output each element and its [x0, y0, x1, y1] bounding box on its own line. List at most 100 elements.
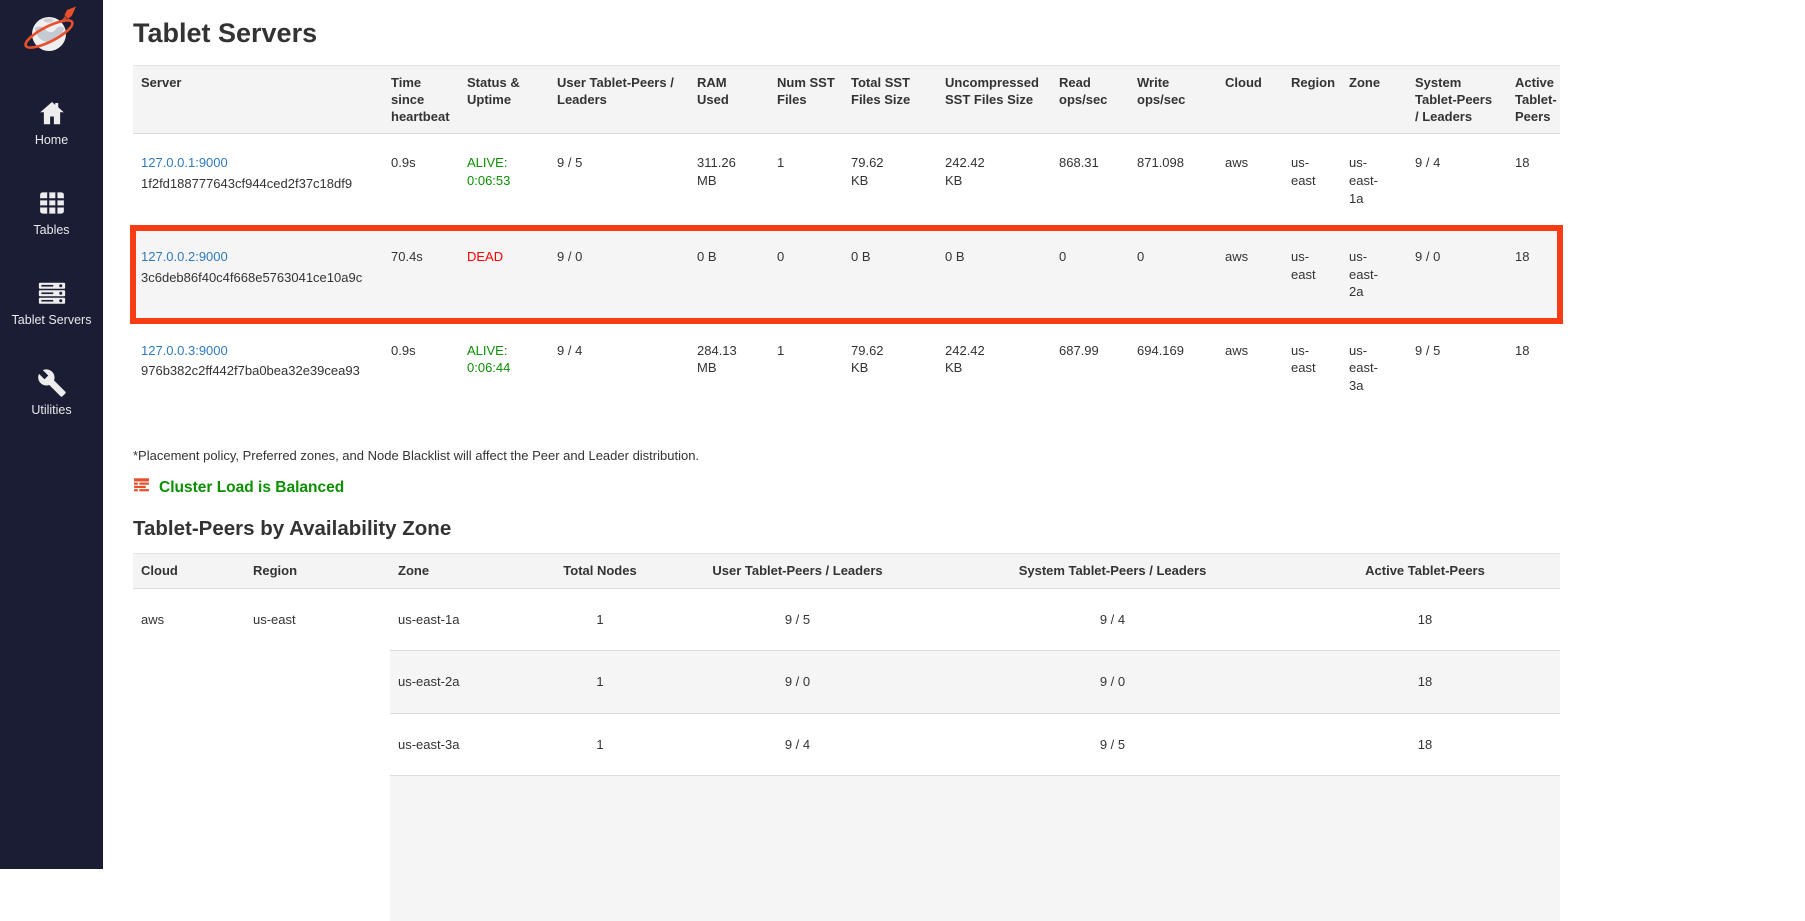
az-row: aws us-east us-east-1a 1 9 / 5 9 / 4 18 [133, 588, 1560, 651]
cell-heartbeat: 0.9s [383, 321, 459, 414]
cell-active-peers: 18 [1507, 228, 1560, 322]
az-header-row: Cloud Region Zone Total Nodes User Table… [133, 554, 1560, 588]
cell-status: ALIVE: 0:06:53 [459, 134, 549, 228]
cell-sst-size: 79.62 KB [843, 321, 937, 414]
cell-zone: us-east-1a [1341, 134, 1407, 228]
az-cell-system-peers: 9 / 0 [935, 651, 1290, 714]
az-column-system-peers: System Tablet-Peers / Leaders [935, 554, 1290, 588]
cell-region: us-east [1283, 228, 1341, 322]
az-cell-active-peers: 18 [1290, 651, 1560, 714]
cluster-load-text: Cluster Load is Balanced [159, 479, 344, 497]
tablet-servers-table: Server Time since heartbeat Status & Upt… [133, 65, 1560, 414]
cell-region: us-east [1283, 321, 1341, 414]
status-label: ALIVE: [467, 154, 541, 172]
az-column-user-peers: User Tablet-Peers / Leaders [660, 554, 935, 588]
cell-write-ops: 694.169 [1129, 321, 1217, 414]
column-header-cloud: Cloud [1217, 66, 1283, 134]
cell-read-ops: 868.31 [1051, 134, 1129, 228]
cell-write-ops: 871.098 [1129, 134, 1217, 228]
server-uuid: 976b382c2ff442f7ba0bea32e39cea93 [141, 362, 375, 380]
sidebar-item-utilities[interactable]: Utilities [0, 368, 103, 418]
cell-system-peers: 9 / 5 [1407, 321, 1507, 414]
sidebar-item-label: Tables [33, 223, 69, 237]
az-section-title: Tablet-Peers by Availability Zone [133, 517, 1805, 541]
cell-server: 127.0.0.2:9000 3c6deb86f40c4f668e5763041… [133, 228, 383, 322]
cell-user-peers: 9 / 0 [549, 228, 689, 322]
column-header-sst-size: Total SST Files Size [843, 66, 937, 134]
cell-uncompressed: 242.42 KB [937, 321, 1051, 414]
cell-system-peers: 9 / 0 [1407, 228, 1507, 322]
sidebar-item-label: Tablet Servers [12, 313, 92, 327]
column-header-ram: RAM Used [689, 66, 769, 134]
az-cell-total-nodes: 1 [540, 713, 660, 776]
column-header-server: Server [133, 66, 383, 134]
cell-zone: us-east-3a [1341, 321, 1407, 414]
sidebar-item-tablet-servers[interactable]: Tablet Servers [0, 278, 103, 328]
cell-sst-size: 79.62 KB [843, 134, 937, 228]
az-cell-user-peers: 9 / 0 [660, 651, 935, 714]
column-header-num-sst: Num SST Files [769, 66, 843, 134]
cell-ram: 311.26 MB [689, 134, 769, 228]
cell-system-peers: 9 / 4 [1407, 134, 1507, 228]
server-link[interactable]: 127.0.0.3:9000 [141, 343, 228, 358]
az-cell-system-peers: 9 / 5 [935, 713, 1290, 776]
sidebar-item-tables[interactable]: Tables [0, 188, 103, 238]
column-header-uncompressed: Uncompressed SST Files Size [937, 66, 1051, 134]
cell-ram: 0 B [689, 228, 769, 322]
server-uuid: 3c6deb86f40c4f668e5763041ce10a9c [141, 269, 375, 287]
column-header-zone: Zone [1341, 66, 1407, 134]
az-cell-active-peers: 18 [1290, 588, 1560, 651]
cell-server: 127.0.0.1:9000 1f2fd188777643cf944ced2f3… [133, 134, 383, 228]
cell-sst-size: 0 B [843, 228, 937, 322]
cell-user-peers: 9 / 4 [549, 321, 689, 414]
sidebar-item-label: Home [35, 133, 68, 147]
uptime-label: 0:06:53 [467, 172, 541, 190]
az-column-total-nodes: Total Nodes [540, 554, 660, 588]
cell-read-ops: 687.99 [1051, 321, 1129, 414]
server-uuid: 1f2fd188777643cf944ced2f37c18df9 [141, 175, 375, 193]
yugabyte-logo-icon[interactable] [21, 6, 83, 58]
az-cell-region: us-east [245, 588, 390, 921]
column-header-status: Status & Uptime [459, 66, 549, 134]
cell-active-peers: 18 [1507, 321, 1560, 414]
cell-read-ops: 0 [1051, 228, 1129, 322]
sidebar-item-label: Utilities [31, 403, 71, 417]
az-cell-user-peers: 9 / 5 [660, 588, 935, 651]
cell-num-sst: 1 [769, 134, 843, 228]
tablet-servers-icon [35, 278, 69, 308]
cell-write-ops: 0 [1129, 228, 1217, 322]
main-content: Tablet Servers Server Time since heartbe… [103, 0, 1805, 869]
page-title: Tablet Servers [133, 18, 1805, 49]
server-row-highlighted: 127.0.0.2:9000 3c6deb86f40c4f668e5763041… [133, 228, 1560, 322]
cell-heartbeat: 70.4s [383, 228, 459, 322]
home-icon [35, 98, 69, 128]
az-cell-active-peers: 18 [1290, 713, 1560, 776]
az-cell-total-nodes: 1 [540, 651, 660, 714]
az-cell-zone: us-east-3a [390, 713, 540, 776]
az-cell-total-nodes: 1 [540, 588, 660, 651]
cell-cloud: aws [1217, 134, 1283, 228]
cell-heartbeat: 0.9s [383, 134, 459, 228]
column-header-system-peers: System Tablet-Peers / Leaders [1407, 66, 1507, 134]
table-header-row: Server Time since heartbeat Status & Upt… [133, 66, 1560, 134]
cell-uncompressed: 0 B [937, 228, 1051, 322]
column-header-region: Region [1283, 66, 1341, 134]
cell-cloud: aws [1217, 228, 1283, 322]
az-cell-user-peers: 9 / 4 [660, 713, 935, 776]
sidebar-item-home[interactable]: Home [0, 98, 103, 148]
cell-status: DEAD [459, 228, 549, 322]
az-column-zone: Zone [390, 554, 540, 588]
cell-zone: us-east-2a [1341, 228, 1407, 322]
cell-region: us-east [1283, 134, 1341, 228]
az-column-active-peers: Active Tablet-Peers [1290, 554, 1560, 588]
column-header-write-ops: Write ops/sec [1129, 66, 1217, 134]
cell-user-peers: 9 / 5 [549, 134, 689, 228]
column-header-user-peers: User Tablet-Peers / Leaders [549, 66, 689, 134]
az-cell-zone: us-east-1a [390, 588, 540, 651]
server-link[interactable]: 127.0.0.2:9000 [141, 249, 228, 264]
server-link[interactable]: 127.0.0.1:9000 [141, 155, 228, 170]
az-cell-zone: us-east-2a [390, 651, 540, 714]
cell-cloud: aws [1217, 321, 1283, 414]
cell-status: ALIVE: 0:06:44 [459, 321, 549, 414]
column-header-read-ops: Read ops/sec [1051, 66, 1129, 134]
